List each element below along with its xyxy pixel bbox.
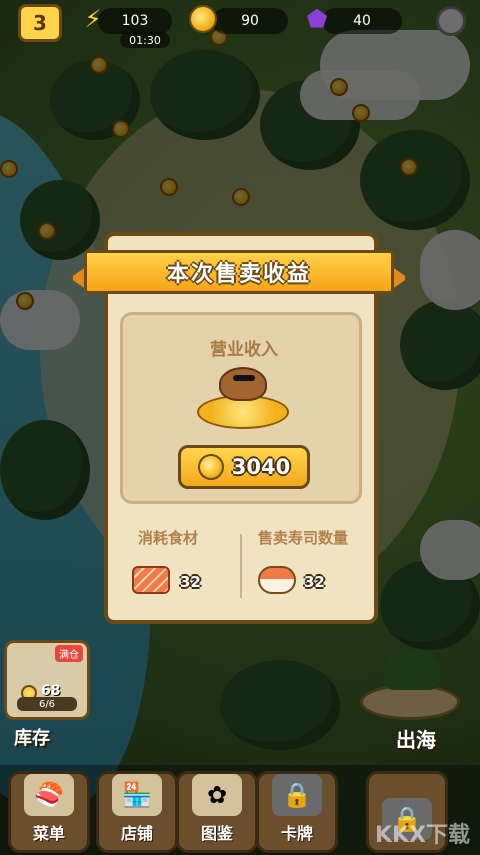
tab-cards-label: 卡牌 [280, 824, 313, 843]
ingredients-used-label: 消耗食材 [138, 529, 199, 547]
income-amount: 3040 [231, 455, 291, 479]
tab-menu[interactable]: 🍣 菜单 [8, 771, 90, 853]
tab-shop-label: 店铺 [120, 824, 153, 843]
shop-icon: 🏪 [112, 774, 162, 816]
coin-icon [197, 454, 224, 480]
income-panel: 营业收入 3040 [120, 312, 362, 504]
income-amount-button[interactable]: 3040 [178, 445, 310, 489]
tab-collection[interactable]: ✿ 图鉴 [176, 771, 258, 853]
coin-counter: 90 [212, 8, 288, 34]
energy-value: 103 [121, 13, 149, 29]
modal-title-ribbon: 本次售卖收益 [70, 250, 408, 294]
capybara-coin-pile-icon [197, 365, 289, 429]
gem-value: 40 [353, 13, 371, 29]
watermark: KKX下载 [374, 823, 470, 848]
gem-counter: 40 [322, 8, 402, 34]
collection-icon: ✿ [192, 774, 242, 816]
sunglasses [233, 375, 255, 381]
salmon-icon [132, 566, 170, 594]
menu-book-icon: 🍣 [24, 774, 74, 816]
sushi-sold-value: 32 [304, 573, 325, 591]
storage-full-badge: 满仓 [55, 645, 83, 662]
sushi-sold-label: 售卖寿司数量 [258, 529, 349, 547]
modal-title: 本次售卖收益 [166, 262, 311, 287]
sushi-icon [258, 566, 296, 594]
level-badge[interactable]: 3 [18, 4, 62, 42]
coin-value: 90 [241, 13, 259, 29]
gem-icon: ⬟ [306, 5, 328, 33]
energy-timer: 01:30 [120, 32, 170, 48]
capybara [219, 367, 267, 401]
ribbon-band: 本次售卖收益 [84, 250, 394, 294]
tab-menu-label: 菜单 [32, 824, 65, 843]
income-label: 营业收入 [210, 340, 278, 360]
top-hud: 3 103 ⚡ 01:30 90 40 ⬟ [0, 0, 480, 52]
stats-divider [240, 534, 242, 598]
coin-icon [186, 2, 220, 36]
storage-panel[interactable]: 满仓 68 6/6 [4, 640, 90, 720]
ingredients-used-value: 32 [180, 573, 201, 591]
lightning-icon: ⚡ [84, 5, 102, 33]
tab-cards[interactable]: 🔒 卡牌 [256, 771, 338, 853]
storage-label[interactable]: 库存 [14, 724, 50, 750]
tab-shop[interactable]: 🏪 店铺 [96, 771, 178, 853]
gear-icon[interactable] [436, 6, 466, 36]
lock-icon: 🔒 [272, 774, 322, 816]
tab-collection-label: 图鉴 [200, 824, 233, 843]
sea-label[interactable]: 出海 [396, 724, 436, 753]
storage-capacity: 6/6 [17, 697, 77, 711]
